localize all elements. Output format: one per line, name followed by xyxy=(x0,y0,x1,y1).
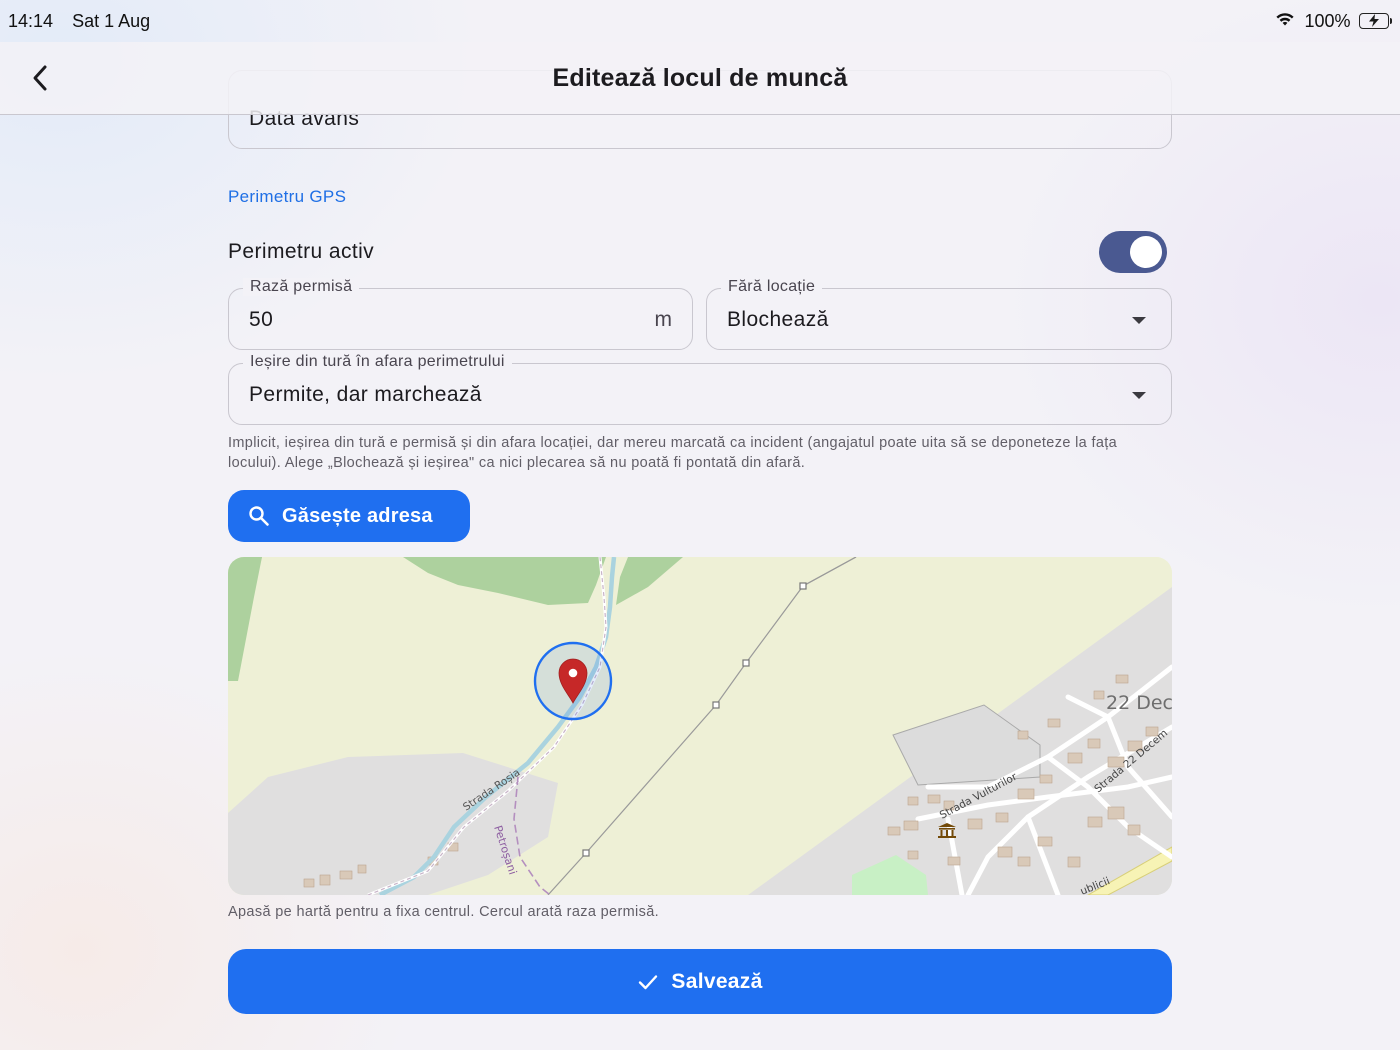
check-icon xyxy=(639,974,658,989)
status-right: 100% xyxy=(1274,11,1392,32)
map-label-district-22-dec: 22 Dece xyxy=(1106,692,1172,714)
map-caption: Apasă pe hartă pentru a fixa centrul. Ce… xyxy=(228,904,660,920)
battery-icon xyxy=(1358,13,1392,29)
wifi-icon xyxy=(1274,11,1296,32)
find-address-label: Găsește adresa xyxy=(282,504,433,527)
help-text: Implicit, ieșirea din tură e permisă și … xyxy=(228,435,1118,471)
perimeter-active-label: Perimetru activ xyxy=(228,240,375,263)
exit-outside-value: Permite, dar marchează xyxy=(249,383,482,406)
status-bar: 14:14 Sat 1 Aug 100% xyxy=(0,0,1400,42)
app-bar: Editează locul de muncă xyxy=(0,42,1400,115)
no-location-label: Fără locație xyxy=(721,278,823,296)
status-date: Sat 1 Aug xyxy=(72,10,151,31)
map-canvas: Strada Roșia Petroșani Strada Vulturilor… xyxy=(228,557,1172,895)
caret-down-icon xyxy=(1132,317,1146,324)
exit-outside-label: Ieșire din tură în afara perimetrului xyxy=(243,353,512,371)
caret-down-icon xyxy=(1132,392,1146,399)
search-icon xyxy=(249,506,269,526)
exit-outside-select[interactable]: Ieșire din tură în afara perimetrului Pe… xyxy=(228,353,1172,425)
status-time: 14:14 xyxy=(8,10,54,31)
radius-label: Rază permisă xyxy=(243,278,360,296)
radius-unit: m xyxy=(654,308,673,331)
gps-section-title: Perimetru GPS xyxy=(228,187,347,206)
toggle-knob xyxy=(1130,236,1162,268)
find-address-button[interactable]: Găsește adresa xyxy=(228,490,470,542)
status-left: 14:14 Sat 1 Aug xyxy=(8,11,164,32)
no-location-value: Blochează xyxy=(727,308,829,331)
back-button[interactable] xyxy=(20,58,60,98)
chevron-left-icon xyxy=(33,65,47,91)
save-label: Salvează xyxy=(671,969,763,993)
radius-field[interactable]: Rază permisă 50 m xyxy=(228,278,693,350)
map-view[interactable]: Strada Roșia Petroșani Strada Vulturilor… xyxy=(228,557,1172,895)
no-location-select[interactable]: Fără locație Blochează xyxy=(706,278,1172,350)
radius-value: 50 xyxy=(249,308,274,331)
save-button[interactable]: Salvează xyxy=(228,949,1172,1014)
page-title: Editează locul de muncă xyxy=(552,63,848,92)
perimeter-active-toggle[interactable] xyxy=(1099,231,1167,273)
battery-percent: 100% xyxy=(1304,10,1351,31)
